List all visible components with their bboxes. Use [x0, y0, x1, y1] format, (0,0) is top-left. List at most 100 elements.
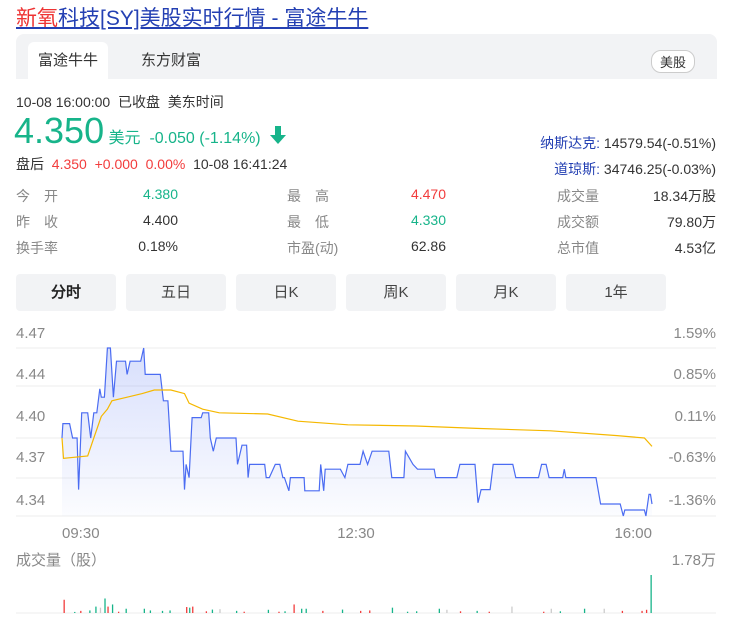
stat-label: 昨 收: [16, 214, 58, 230]
tab-futu[interactable]: 富途牛牛: [28, 42, 109, 79]
title-highlight: 新氧: [16, 7, 58, 30]
status-line: 10-08 16:00:00 已收盘 美东时间: [16, 92, 224, 112]
volume-bar: [559, 611, 562, 613]
volume-bar: [104, 598, 106, 613]
volume-bar: [322, 610, 324, 613]
quote: 4.350 美元 -0.050 (-1.14%): [14, 110, 287, 152]
volume-bar: [645, 609, 648, 613]
volume-bar: [369, 610, 371, 613]
index-nasdaq[interactable]: 纳斯达克: 14579.54(-0.51%): [540, 130, 716, 156]
after-hours-label: 盘后: [16, 156, 44, 172]
y-tick-right: -0.63%: [668, 449, 716, 466]
volume-bar: [550, 608, 552, 613]
index-value: 34746.25(-0.03%): [603, 161, 716, 177]
volume-bar: [446, 609, 448, 613]
y-tick-left: 4.44: [16, 366, 45, 383]
period-tab[interactable]: 分时: [16, 274, 116, 311]
market-badge: 美股: [650, 50, 695, 73]
volume-bar: [169, 610, 171, 613]
volume-bar: [416, 611, 418, 613]
stat-value: 4.400: [142, 212, 178, 228]
volume-bar: [406, 611, 409, 613]
after-hours-time: 10-08 16:41:24: [193, 156, 288, 172]
volume-bar: [89, 610, 91, 613]
stat-label: 最 低: [287, 214, 329, 230]
y-tick-left: 4.37: [16, 449, 45, 466]
volume-bar: [107, 606, 109, 613]
index-name: 道琼斯:: [554, 161, 601, 177]
volume-bar: [301, 608, 303, 613]
volume-bar: [621, 610, 624, 613]
volume-bar: [99, 607, 102, 613]
stat-value: 62.86: [410, 238, 446, 254]
page-title[interactable]: 新氧科技[SY]美股实时行情 - 富途牛牛: [16, 2, 368, 32]
stat-value: 4.53亿: [674, 240, 716, 256]
index-dow[interactable]: 道琼斯: 34746.25(-0.03%): [540, 156, 716, 182]
period-tab[interactable]: 1年: [566, 274, 666, 311]
y-tick-left: 4.40: [16, 408, 45, 425]
x-tick: 12:30: [337, 525, 375, 542]
source-tabs: 富途牛牛 东方财富 美股: [16, 34, 717, 79]
stat-value: 79.80万: [666, 214, 716, 230]
volume-bar: [125, 608, 127, 613]
volume-bar: [603, 608, 605, 613]
period-tab[interactable]: 月K: [456, 274, 556, 311]
status-time: 10-08 16:00:00: [16, 94, 111, 110]
volume-bar: [149, 610, 152, 613]
intraday-chart[interactable]: 4.47 4.44 4.40 4.37 4.34 1.59% 0.85% 0.11% -0.63…: [0, 320, 732, 625]
status-state: 已收盘: [117, 94, 160, 110]
volume-bar: [650, 575, 652, 613]
index-value: 14579.54(-0.51%): [603, 135, 716, 151]
volume-bar: [360, 610, 362, 613]
volume-bar: [111, 604, 114, 613]
status-tz: 美东时间: [167, 94, 224, 110]
period-tab[interactable]: 五日: [126, 274, 226, 311]
stat-label: 总市值: [557, 240, 599, 256]
period-tab[interactable]: 日K: [236, 274, 336, 311]
volume-bar: [341, 609, 344, 613]
indices: 纳斯达克: 14579.54(-0.51%) 道琼斯: 34746.25(-0.…: [540, 130, 716, 182]
last-price: 4.350: [14, 110, 105, 151]
volume-bar: [511, 606, 513, 613]
volume-bar: [278, 611, 280, 613]
x-tick: 16:00: [614, 525, 652, 542]
volume-bar: [161, 610, 164, 613]
tab-eastmoney[interactable]: 东方财富: [131, 42, 211, 79]
volume-bar: [488, 611, 490, 613]
stat-label: 换手率: [16, 240, 58, 256]
volume-bar: [205, 611, 208, 613]
volume-bar: [80, 610, 82, 613]
stat-label: 成交量: [557, 188, 599, 204]
currency: 美元: [108, 130, 141, 147]
volume-bar: [186, 607, 188, 613]
volume-bar: [95, 606, 97, 613]
period-tab[interactable]: 周K: [346, 274, 446, 311]
after-hours-change: +0.000: [94, 156, 138, 172]
after-hours-pct: 0.00%: [145, 156, 186, 172]
y-tick-left: 4.47: [16, 325, 45, 342]
volume-bar: [117, 611, 120, 613]
price-change: -0.050 (-1.14%): [149, 130, 261, 147]
volume-bar: [219, 609, 221, 613]
volume-bar: [543, 611, 545, 613]
volume-bar: [189, 607, 191, 613]
stat-label: 最 高: [287, 188, 329, 204]
stat-value: 4.470: [410, 186, 446, 202]
y-tick-right: 0.11%: [675, 408, 716, 425]
volume-bar: [192, 606, 194, 613]
volume-bar: [583, 608, 586, 613]
volume-bar: [476, 610, 478, 613]
volume-bar: [267, 609, 270, 613]
y-tick-right: 1.59%: [673, 325, 716, 342]
title-text: 科技[SY]美股实时行情 - 富途牛牛: [58, 7, 369, 30]
x-tick: 09:30: [62, 525, 100, 542]
volume-bar: [641, 610, 643, 613]
stat-label: 今 开: [16, 188, 58, 204]
stat-value: 18.34万股: [652, 188, 716, 204]
volume-bar: [235, 610, 238, 613]
volume-bar: [284, 611, 286, 613]
after-hours: 盘后 4.350 +0.000 0.00% 10-08 16:41:24: [16, 154, 287, 174]
volume-bar: [391, 607, 394, 613]
arrow-down-icon: [270, 126, 287, 144]
stat-value: 0.18%: [138, 238, 178, 254]
